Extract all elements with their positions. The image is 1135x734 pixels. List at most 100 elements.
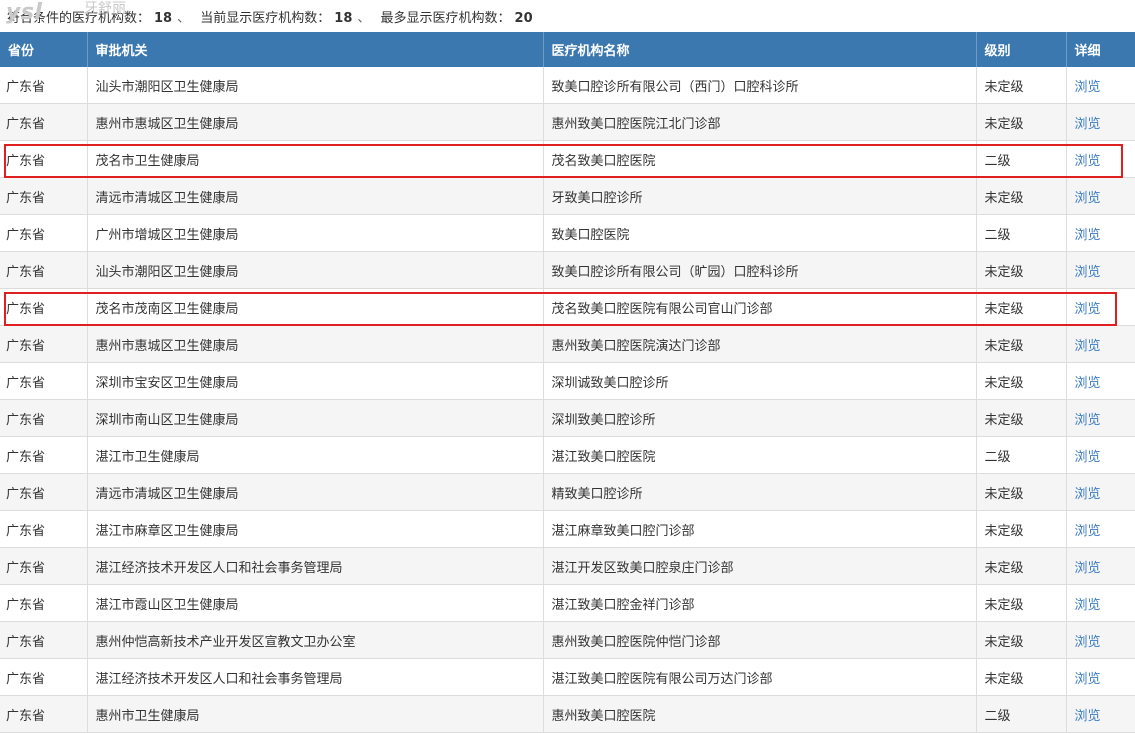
province-cell: 广东省 bbox=[0, 362, 88, 400]
authority-cell: 茂名市卫生健康局 bbox=[87, 140, 544, 178]
table-body: 广东省 汕头市潮阳区卫生健康局 致美口腔诊所有限公司（西门）口腔科诊所 未定级 浏览 广东… bbox=[0, 67, 1135, 733]
level-cell: 未定级 bbox=[976, 658, 1067, 696]
table-row: 广东省 湛江市卫生健康局 湛江致美口腔医院 二级 浏览 bbox=[0, 436, 1135, 474]
institution-name-cell: 致美口腔医院 bbox=[543, 214, 977, 252]
level-cell: 二级 bbox=[976, 140, 1067, 178]
view-detail-link[interactable]: 浏览 bbox=[1075, 154, 1101, 169]
summary-label-max: 最多显示医疗机构数： bbox=[380, 11, 511, 26]
table-row: 广东省 湛江经济技术开发区人口和社会事务管理局 湛江致美口腔医院有限公司万达门诊部未… bbox=[0, 658, 1135, 696]
table-row: 广东省 汕头市潮阳区卫生健康局 致美口腔诊所有限公司（旷园）口腔科诊所 未定级 浏览 bbox=[0, 251, 1135, 289]
view-detail-link[interactable]: 浏览 bbox=[1075, 265, 1101, 280]
table-row: 广东省 汕头市潮阳区卫生健康局 致美口腔诊所有限公司（西门）口腔科诊所 未定级 浏览 bbox=[0, 67, 1135, 104]
detail-cell: 浏览 bbox=[1066, 288, 1135, 326]
authority-cell: 湛江市麻章区卫生健康局 bbox=[87, 510, 544, 548]
view-detail-link[interactable]: 浏览 bbox=[1075, 191, 1101, 206]
view-detail-link[interactable]: 浏览 bbox=[1075, 339, 1101, 354]
summary-value-displayed: 18 bbox=[334, 11, 353, 26]
institution-name-cell: 牙致美口腔诊所 bbox=[543, 177, 977, 215]
table-row: 广东省 惠州仲恺高新技术产业开发区宣教文卫办公室 惠州致美口腔医院仲恺门诊部 未定级浏… bbox=[0, 621, 1135, 659]
province-cell: 广东省 bbox=[0, 214, 88, 252]
view-detail-link[interactable]: 浏览 bbox=[1075, 117, 1101, 132]
detail-cell: 浏览 bbox=[1066, 67, 1135, 104]
detail-cell: 浏览 bbox=[1066, 140, 1135, 178]
institution-name-cell: 茂名致美口腔医院有限公司官山门诊部 bbox=[543, 288, 977, 326]
column-header-authority: 审批机关 bbox=[87, 32, 544, 67]
table-row: 广东省 深圳市宝安区卫生健康局 深圳诚致美口腔诊所 未定级 浏览 bbox=[0, 362, 1135, 400]
table-row: 广东省 湛江市霞山区卫生健康局 湛江致美口腔金祥门诊部 未定级 浏览 bbox=[0, 584, 1135, 622]
table-row: 广东省 清远市清城区卫生健康局 精致美口腔诊所 未定级 浏览 bbox=[0, 473, 1135, 511]
institution-name-cell: 惠州致美口腔医院 bbox=[543, 695, 977, 733]
institution-name-cell: 茂名致美口腔医院 bbox=[543, 140, 977, 178]
table-row: 广东省 茂名市茂南区卫生健康局 茂名致美口腔医院有限公司官山门诊部 未定级 浏览 bbox=[0, 288, 1135, 326]
detail-cell: 浏览 bbox=[1066, 510, 1135, 548]
authority-cell: 湛江经济技术开发区人口和社会事务管理局 bbox=[87, 547, 544, 585]
authority-cell: 汕头市潮阳区卫生健康局 bbox=[87, 67, 544, 104]
summary-value-matching: 18 bbox=[154, 11, 173, 26]
authority-cell: 湛江经济技术开发区人口和社会事务管理局 bbox=[87, 658, 544, 696]
view-detail-link[interactable]: 浏览 bbox=[1075, 450, 1101, 465]
institution-table-container: 省份 审批机关 医疗机构名称 级别 详细 广东省 汕头市潮阳区卫生健康局 致美口腔诊… bbox=[0, 32, 1135, 733]
authority-cell: 湛江市卫生健康局 bbox=[87, 436, 544, 474]
province-cell: 广东省 bbox=[0, 547, 88, 585]
view-detail-link[interactable]: 浏览 bbox=[1075, 524, 1101, 539]
authority-cell: 汕头市潮阳区卫生健康局 bbox=[87, 251, 544, 289]
view-detail-link[interactable]: 浏览 bbox=[1075, 413, 1101, 428]
view-detail-link[interactable]: 浏览 bbox=[1075, 635, 1101, 650]
detail-cell: 浏览 bbox=[1066, 362, 1135, 400]
level-cell: 二级 bbox=[976, 436, 1067, 474]
view-detail-link[interactable]: 浏览 bbox=[1075, 709, 1101, 724]
view-detail-link[interactable]: 浏览 bbox=[1075, 376, 1101, 391]
level-cell: 二级 bbox=[976, 214, 1067, 252]
summary-label-matching: 符合条件的医疗机构数： bbox=[7, 11, 151, 26]
level-cell: 未定级 bbox=[976, 621, 1067, 659]
detail-cell: 浏览 bbox=[1066, 325, 1135, 363]
view-detail-link[interactable]: 浏览 bbox=[1075, 302, 1101, 317]
authority-cell: 惠州市惠城区卫生健康局 bbox=[87, 103, 544, 141]
detail-cell: 浏览 bbox=[1066, 399, 1135, 437]
province-cell: 广东省 bbox=[0, 473, 88, 511]
view-detail-link[interactable]: 浏览 bbox=[1075, 598, 1101, 613]
detail-cell: 浏览 bbox=[1066, 547, 1135, 585]
authority-cell: 清远市清城区卫生健康局 bbox=[87, 473, 544, 511]
authority-cell: 惠州市卫生健康局 bbox=[87, 695, 544, 733]
result-summary: 符合条件的医疗机构数： 18、 当前显示医疗机构数： 18、 最多显示医疗机构数： 2… bbox=[0, 0, 1135, 32]
province-cell: 广东省 bbox=[0, 658, 88, 696]
view-detail-link[interactable]: 浏览 bbox=[1075, 561, 1101, 576]
level-cell: 未定级 bbox=[976, 473, 1067, 511]
view-detail-link[interactable]: 浏览 bbox=[1075, 672, 1101, 687]
province-cell: 广东省 bbox=[0, 695, 88, 733]
authority-cell: 茂名市茂南区卫生健康局 bbox=[87, 288, 544, 326]
institution-name-cell: 湛江致美口腔医院有限公司万达门诊部 bbox=[543, 658, 977, 696]
authority-cell: 湛江市霞山区卫生健康局 bbox=[87, 584, 544, 622]
province-cell: 广东省 bbox=[0, 103, 88, 141]
institution-name-cell: 深圳致美口腔诊所 bbox=[543, 399, 977, 437]
institution-name-cell: 湛江致美口腔金祥门诊部 bbox=[543, 584, 977, 622]
institution-name-cell: 湛江麻章致美口腔门诊部 bbox=[543, 510, 977, 548]
level-cell: 未定级 bbox=[976, 399, 1067, 437]
view-detail-link[interactable]: 浏览 bbox=[1075, 80, 1101, 95]
column-header-detail: 详细 bbox=[1066, 32, 1135, 67]
table-header-row: 省份 审批机关 医疗机构名称 级别 详细 bbox=[0, 32, 1135, 67]
level-cell: 未定级 bbox=[976, 177, 1067, 215]
detail-cell: 浏览 bbox=[1066, 695, 1135, 733]
province-cell: 广东省 bbox=[0, 399, 88, 437]
view-detail-link[interactable]: 浏览 bbox=[1075, 487, 1101, 502]
level-cell: 未定级 bbox=[976, 103, 1067, 141]
level-cell: 未定级 bbox=[976, 325, 1067, 363]
institution-name-cell: 惠州致美口腔医院江北门诊部 bbox=[543, 103, 977, 141]
province-cell: 广东省 bbox=[0, 288, 88, 326]
institution-name-cell: 惠州致美口腔医院演达门诊部 bbox=[543, 325, 977, 363]
detail-cell: 浏览 bbox=[1066, 473, 1135, 511]
detail-cell: 浏览 bbox=[1066, 658, 1135, 696]
province-cell: 广东省 bbox=[0, 436, 88, 474]
institution-name-cell: 致美口腔诊所有限公司（西门）口腔科诊所 bbox=[543, 67, 977, 104]
province-cell: 广东省 bbox=[0, 510, 88, 548]
table-row: 广东省 茂名市卫生健康局 茂名致美口腔医院 二级 浏览 bbox=[0, 140, 1135, 178]
summary-label-displayed: 当前显示医疗机构数： bbox=[200, 11, 331, 26]
view-detail-link[interactable]: 浏览 bbox=[1075, 228, 1101, 243]
detail-cell: 浏览 bbox=[1066, 214, 1135, 252]
table-row: 广东省 深圳市南山区卫生健康局 深圳致美口腔诊所 未定级 浏览 bbox=[0, 399, 1135, 437]
column-header-institution-name: 医疗机构名称 bbox=[543, 32, 977, 67]
institution-name-cell: 湛江开发区致美口腔泉庄门诊部 bbox=[543, 547, 977, 585]
authority-cell: 惠州市惠城区卫生健康局 bbox=[87, 325, 544, 363]
